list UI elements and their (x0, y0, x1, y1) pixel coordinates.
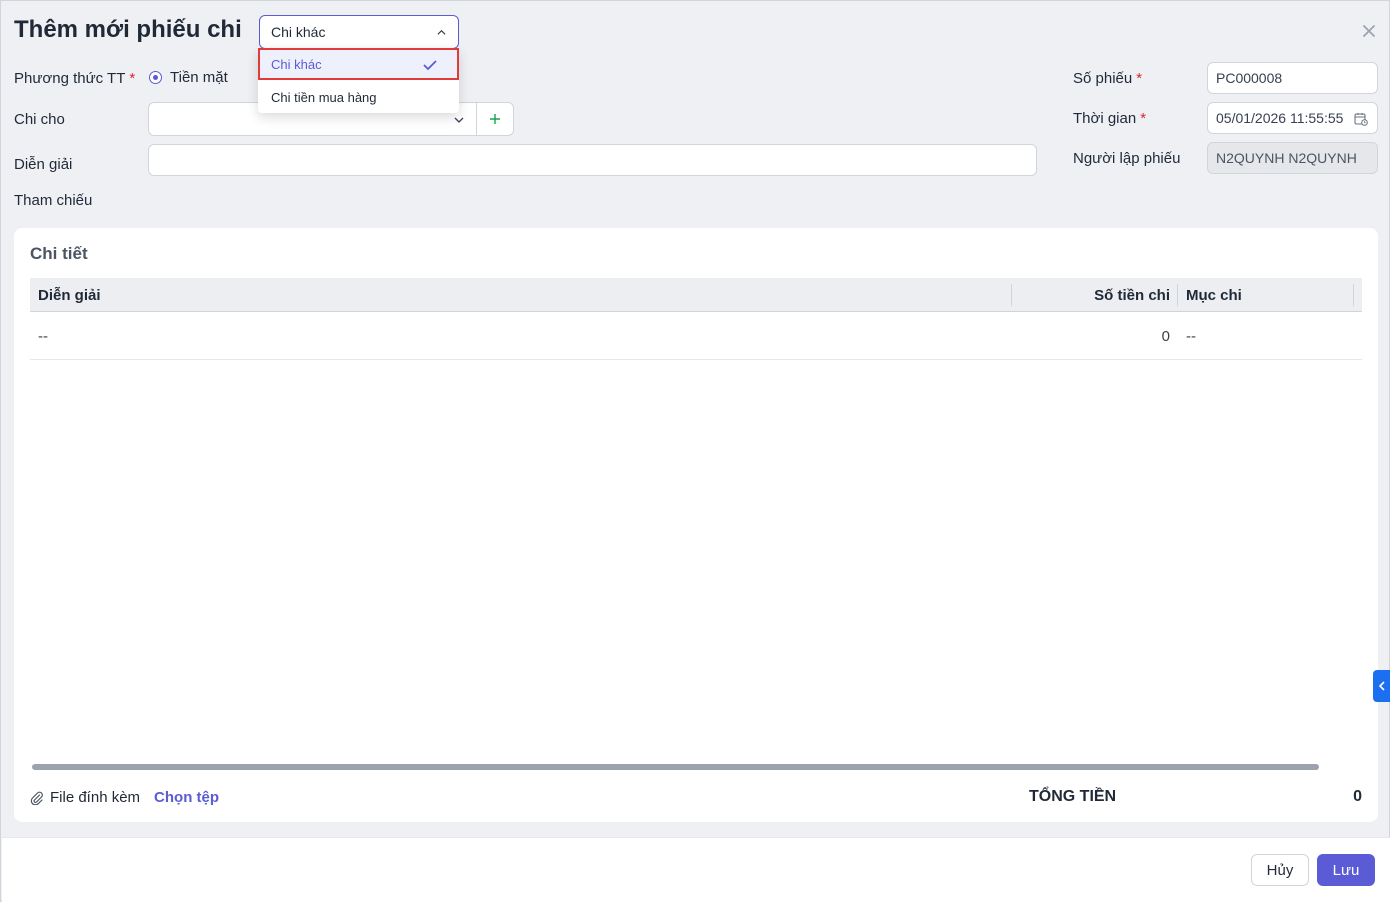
check-icon (423, 60, 437, 71)
payment-method-option-label: Tiền mặt (170, 69, 228, 86)
column-divider[interactable] (1011, 284, 1012, 306)
required-mark: * (1136, 70, 1143, 87)
voucher-no-input[interactable]: PC000008 (1207, 62, 1378, 94)
attachments-label: File đính kèm (50, 789, 141, 806)
creator-input: N2QUYNH N2QUYNH (1207, 142, 1378, 174)
dropdown-option-other-expense[interactable]: Chi khác (258, 48, 459, 80)
cell-amount: 0 (1161, 327, 1170, 345)
voucher-type-select-value: Chi khác (271, 24, 326, 40)
payment-method-radio-cash[interactable]: Tiền mặt (149, 69, 228, 86)
details-title: Chi tiết (30, 244, 88, 263)
add-recipient-button[interactable] (476, 102, 514, 136)
close-icon[interactable] (1361, 23, 1377, 39)
total-value: 0 (1353, 788, 1362, 805)
attachments-row: File đính kèm Chọn tệp (30, 789, 219, 806)
cancel-button[interactable]: Hủy (1251, 854, 1309, 886)
payment-method-label: Phương thức TT * (14, 70, 136, 87)
table-header: Diễn giải Số tiền chi Mục chi (30, 278, 1362, 312)
side-panel-toggle[interactable] (1373, 670, 1390, 702)
required-mark: * (129, 70, 136, 87)
total-label: TỔNG TIỀN (1029, 788, 1117, 805)
time-input[interactable]: 05/01/2026 11:55:55 (1207, 102, 1378, 134)
dropdown-option-purchase-payment[interactable]: Chi tiền mua hàng (258, 81, 459, 113)
required-mark: * (1140, 110, 1147, 127)
table-row[interactable]: -- 0 -- (30, 312, 1362, 360)
column-header-category: Mục chi (1186, 286, 1242, 304)
details-panel: Chi tiết Diễn giải Số tiền chi Mục chi -… (14, 228, 1378, 822)
dropdown-option-label: Chi khác (271, 56, 322, 72)
column-divider[interactable] (1177, 284, 1178, 306)
column-divider[interactable] (1353, 284, 1354, 306)
column-header-amount: Số tiền chi (1094, 286, 1170, 304)
paperclip-icon (30, 791, 43, 805)
save-button[interactable]: Lưu (1317, 854, 1375, 886)
radio-selected-icon[interactable] (149, 71, 162, 84)
plus-icon (490, 114, 500, 124)
creator-label: Người lập phiếu (1073, 150, 1181, 167)
horizontal-scrollbar[interactable] (32, 764, 1319, 770)
chevron-left-icon (1378, 681, 1385, 691)
calendar-clock-icon[interactable] (1354, 112, 1368, 126)
choose-file-link[interactable]: Chọn tệp (154, 789, 219, 806)
chevron-down-icon (454, 117, 464, 123)
voucher-type-select[interactable]: Chi khác (259, 15, 459, 49)
voucher-no-label: Số phiếu * (1073, 70, 1143, 87)
reference-label: Tham chiếu (14, 192, 93, 209)
voucher-type-dropdown: Chi khác Chi tiền mua hàng (258, 48, 459, 113)
description-input[interactable] (148, 144, 1037, 176)
column-header-description: Diễn giải (38, 286, 101, 304)
description-label: Diễn giải (14, 156, 73, 173)
page-title: Thêm mới phiếu chi (14, 16, 242, 43)
time-label: Thời gian * (1073, 110, 1147, 127)
cell-category: -- (1186, 327, 1196, 345)
add-payment-voucher-modal: Thêm mới phiếu chi Chi khác Phương thức … (0, 0, 1390, 902)
dropdown-option-label: Chi tiền mua hàng (271, 89, 377, 105)
chevron-up-icon (437, 29, 446, 35)
modal-footer: Hủy Lưu (2, 837, 1390, 902)
cell-description: -- (38, 327, 48, 345)
pay-to-label: Chi cho (14, 111, 65, 128)
